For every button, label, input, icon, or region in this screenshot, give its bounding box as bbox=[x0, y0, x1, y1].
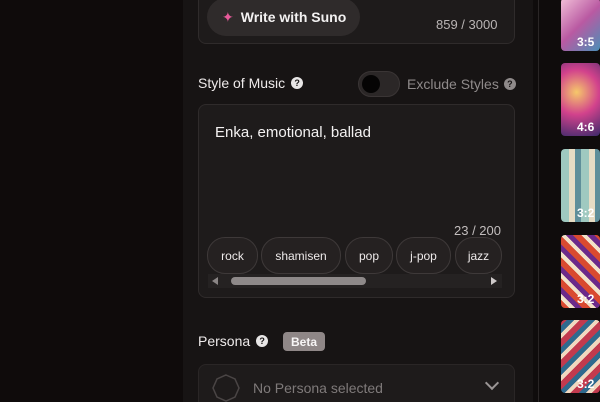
persona-placeholder: No Persona selected bbox=[253, 380, 383, 396]
style-of-music-heading: Style of Music ? bbox=[198, 75, 304, 91]
song-duration: 3:2 bbox=[577, 377, 595, 391]
panel-divider bbox=[538, 0, 539, 402]
persona-avatar-icon bbox=[212, 374, 240, 402]
scroll-right-arrow-icon[interactable] bbox=[491, 277, 497, 285]
create-page: ✦ Write with Suno 859 / 3000 Style of Mu… bbox=[0, 0, 600, 402]
style-tag-rock[interactable]: rock bbox=[207, 237, 258, 274]
scroll-left-arrow-icon[interactable] bbox=[212, 277, 218, 285]
style-tag-jazz[interactable]: jazz bbox=[455, 237, 502, 274]
beta-badge: Beta bbox=[283, 332, 325, 351]
style-of-music-label: Style of Music bbox=[198, 75, 286, 91]
style-tag-j-pop[interactable]: j-pop bbox=[396, 237, 451, 274]
song-thumbnail[interactable]: 3:5 bbox=[561, 0, 600, 51]
song-thumbnail[interactable]: 3:2 bbox=[561, 235, 600, 308]
scrollbar-thumb[interactable] bbox=[231, 277, 366, 285]
song-thumbnail[interactable]: 3:2 bbox=[561, 320, 600, 393]
style-tag-shamisen[interactable]: shamisen bbox=[261, 237, 341, 274]
write-with-suno-button[interactable]: ✦ Write with Suno bbox=[207, 0, 360, 36]
style-char-count: 23 / 200 bbox=[454, 223, 501, 238]
exclude-styles-label: Exclude Styles bbox=[407, 76, 499, 92]
exclude-help-icon[interactable]: ? bbox=[503, 78, 516, 90]
persona-heading: Persona ? bbox=[198, 333, 269, 349]
left-background bbox=[0, 0, 183, 402]
song-duration: 3:5 bbox=[577, 35, 595, 49]
song-thumbnail[interactable]: 3:2 bbox=[561, 149, 600, 222]
style-help-icon[interactable]: ? bbox=[291, 77, 304, 89]
persona-label: Persona bbox=[198, 333, 251, 349]
write-with-suno-label: Write with Suno bbox=[240, 9, 347, 25]
sparkle-icon: ✦ bbox=[222, 8, 234, 25]
toggle-knob bbox=[362, 75, 380, 93]
exclude-styles: Exclude Styles ? bbox=[407, 76, 516, 92]
style-input-value[interactable]: Enka, emotional, ballad bbox=[215, 124, 371, 141]
persona-help-icon[interactable]: ? bbox=[256, 335, 269, 347]
song-duration: 4:6 bbox=[577, 120, 595, 134]
style-tag-pop[interactable]: pop bbox=[345, 237, 393, 274]
exclude-styles-toggle[interactable] bbox=[358, 71, 400, 97]
song-thumbnail[interactable]: 4:6 bbox=[561, 63, 600, 136]
song-duration: 3:2 bbox=[577, 292, 595, 306]
song-duration: 3:2 bbox=[577, 206, 595, 220]
lyrics-char-count: 859 / 3000 bbox=[436, 17, 498, 32]
